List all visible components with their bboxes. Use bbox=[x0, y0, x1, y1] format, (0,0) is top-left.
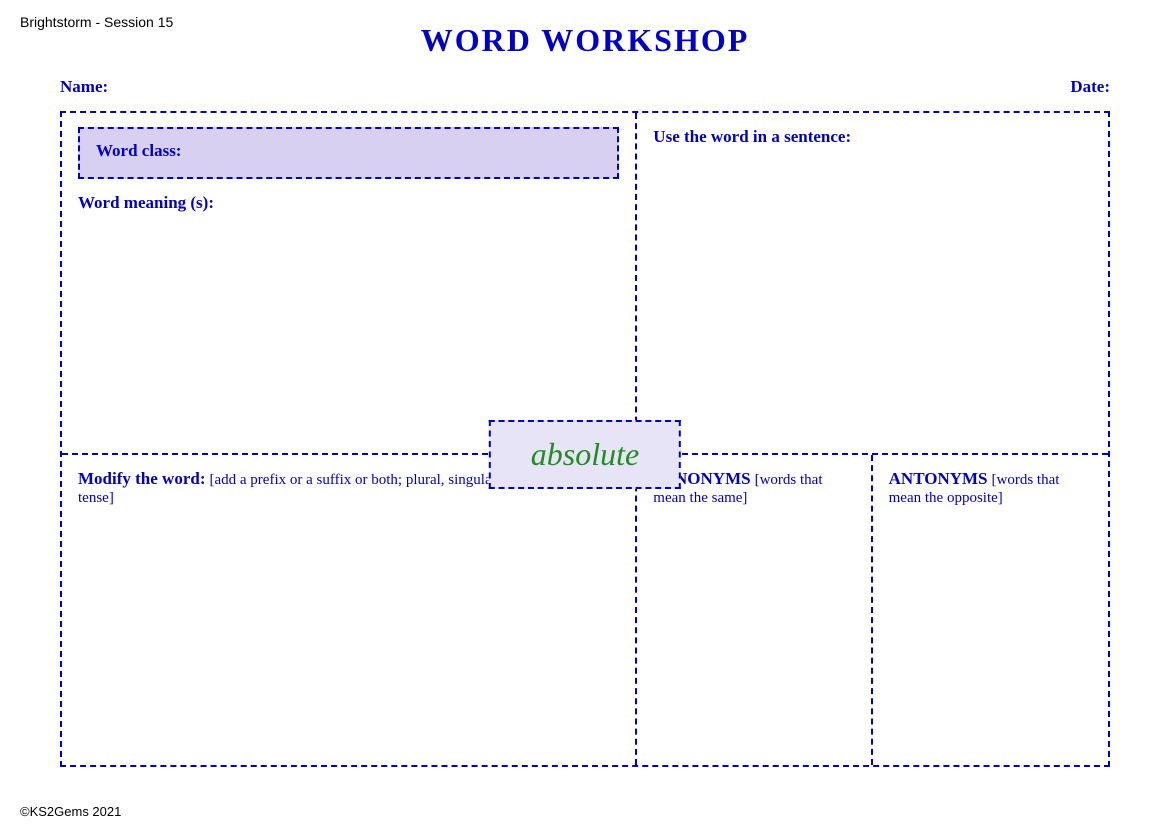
copyright: ©KS2Gems 2021 bbox=[20, 804, 121, 819]
antonyms-label-row: ANTONYMS [words that mean the opposite] bbox=[889, 469, 1092, 507]
center-word-box: absolute bbox=[489, 420, 681, 489]
bottom-middle-panel: SYNONYMS [words that mean the same] bbox=[637, 455, 872, 765]
main-grid: Word class: Word meaning (s): Use the wo… bbox=[60, 111, 1110, 767]
synonyms-label-row: SYNONYMS [words that mean the same] bbox=[653, 469, 854, 507]
session-label: Brightstorm - Session 15 bbox=[20, 14, 173, 30]
name-date-row: Name: Date: bbox=[20, 77, 1150, 97]
antonyms-label: ANTONYMS bbox=[889, 469, 988, 488]
page-title: WORD WORKSHOP bbox=[20, 12, 1150, 59]
top-section: Word class: Word meaning (s): Use the wo… bbox=[62, 113, 1108, 455]
word-class-label: Word class: bbox=[96, 141, 181, 160]
date-label: Date: bbox=[1070, 77, 1110, 97]
bottom-section: Modify the word: [add a prefix or a suff… bbox=[62, 455, 1108, 765]
bottom-left-panel: Modify the word: [add a prefix or a suff… bbox=[62, 455, 637, 765]
top-left-panel: Word class: Word meaning (s): bbox=[62, 113, 637, 453]
center-word-container: absolute bbox=[489, 420, 681, 489]
center-word: absolute bbox=[531, 436, 639, 472]
bottom-right-panel: ANTONYMS [words that mean the opposite] bbox=[873, 455, 1108, 765]
word-meaning-label: Word meaning (s): bbox=[78, 193, 619, 213]
name-label: Name: bbox=[60, 77, 108, 97]
top-right-panel: Use the word in a sentence: bbox=[637, 113, 1108, 453]
modify-label: Modify the word: bbox=[78, 469, 205, 488]
word-class-box: Word class: bbox=[78, 127, 619, 179]
use-sentence-label: Use the word in a sentence: bbox=[653, 127, 1092, 147]
